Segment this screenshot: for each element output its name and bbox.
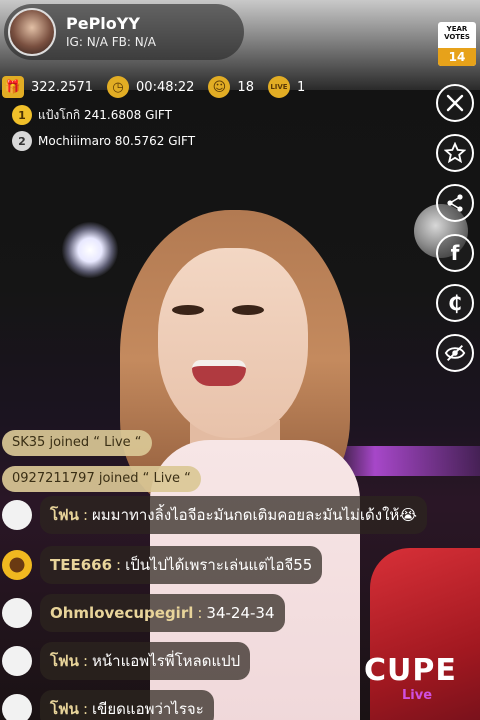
chat-separator: : [82,652,88,670]
facebook-share-button[interactable]: f [436,234,474,272]
live-icon: LIVE [267,76,290,98]
streamer-mouth [192,360,246,386]
facebook-icon: f [450,241,460,265]
action-bar: f ₵ [436,84,474,384]
rank-badge-2: 2 [12,131,32,151]
year-votes-label-line2: VOTES [444,33,470,41]
rank-text-2: Mochiiimaro 80.5762 GIFT [38,134,196,148]
chat-message[interactable]: โฟน : ผมมาทางลิ้งไอจีอะมันกดเติมคอยละมัน… [0,496,480,536]
chat-username[interactable]: TEE666 [50,556,112,574]
host-social: IG: N/A FB: N/A [66,35,156,49]
chat-separator: : [116,556,122,574]
logo-main-text: CUPE [364,653,457,688]
stream-stats: 🎁 322.2571 ◷ 00:48:22 ☺ 18 LIVE 1 [2,74,319,100]
chat-message[interactable]: TEE666 : เป็นไปได้เพราะเล่นแต่ไอจี55 [0,546,480,586]
gift-rank-1[interactable]: 1 แป้งโกกิ 241.6808 GIFT [12,104,172,126]
favorite-button[interactable] [436,134,474,172]
year-votes-badge[interactable]: YEAR VOTES 14 [438,22,476,66]
stream-duration: 00:48:22 [136,79,195,95]
gift-rank-2[interactable]: 2 Mochiiimaro 80.5762 GIFT [12,130,195,152]
chat-username[interactable]: โฟน [50,649,79,673]
rank-text-1: แป้งโกกิ 241.6808 GIFT [38,107,172,122]
chat-avatar[interactable] [2,646,32,676]
chat-text: เขียดแอพว่าไรจะ [92,700,204,718]
streamer-face [158,248,308,438]
chat-separator: : [82,506,88,524]
chat-text: ผมมาทางลิ้งไอจีอะมันกดเติมคอยละมันไม่เด้… [92,506,417,524]
year-votes-label-line1: YEAR [446,25,468,33]
chat-avatar[interactable] [2,598,32,628]
chat-text: 34-24-34 [206,604,275,622]
chat-username[interactable]: โฟน [50,503,79,527]
chat-separator: : [197,604,203,622]
chat-bubble: TEE666 : เป็นไปได้เพราะเล่นแต่ไอจี55 [40,546,323,584]
viewer-icon: ☺ [208,76,231,98]
hide-icon [444,345,466,361]
chat-avatar[interactable] [2,694,32,720]
chat-avatar[interactable] [2,500,32,530]
chat-bubble: โฟน : ผมมาทางลิ้งไอจีอะมันกดเติมคอยละมัน… [40,496,427,534]
join-notice: SK35 joined “ Live “ [2,430,152,456]
chat-message[interactable]: Ohmlovecupegirl : 34-24-34 [0,594,480,634]
gift-total: 322.2571 [31,79,94,95]
sunflower-avatar[interactable] [2,550,32,580]
year-votes-count: 14 [438,48,476,66]
share-button[interactable] [436,184,474,222]
rank-badge-1: 1 [12,105,32,125]
host-text: PePloYY IG: N/A FB: N/A [66,14,156,50]
streamer-eye-left [172,305,204,315]
chat-username[interactable]: โฟน [50,697,79,720]
chat-bubble: โฟน : เขียดแอพว่าไรจะ [40,690,214,720]
host-name: PePloYY [66,14,140,33]
chat-bubble: Ohmlovecupegirl : 34-24-34 [40,594,285,632]
host-avatar[interactable] [8,8,56,56]
lamp-light [62,222,118,278]
coin-icon: ₵ [448,291,462,315]
close-button[interactable] [436,84,474,122]
clock-icon: ◷ [107,76,130,98]
chat-separator: : [82,700,88,718]
host-info-panel[interactable]: PePloYY IG: N/A FB: N/A [4,4,244,60]
hide-overlay-button[interactable] [436,334,474,372]
cupe-live-logo: CUPE Live [364,654,474,710]
live-count: 1 [296,79,306,95]
logo-sub-text: Live [402,688,433,703]
viewer-count: 18 [237,79,254,95]
year-votes-label: YEAR VOTES [438,22,476,41]
share-icon [447,194,463,212]
close-icon [446,94,464,112]
chat-bubble: โฟน : หน้าแอพไรพี่โหลดแปป [40,642,251,680]
join-notice: 0927211797 joined “ Live “ [2,466,201,492]
chat-text: หน้าแอพไรพี่โหลดแปป [92,652,241,670]
star-icon [444,142,466,164]
chat-username[interactable]: Ohmlovecupegirl [50,604,193,622]
coin-button[interactable]: ₵ [436,284,474,322]
streamer-eye-right [232,305,264,315]
gift-icon: 🎁 [2,76,24,98]
chat-text: เป็นไปได้เพราะเล่นแต่ไอจี55 [125,556,313,574]
